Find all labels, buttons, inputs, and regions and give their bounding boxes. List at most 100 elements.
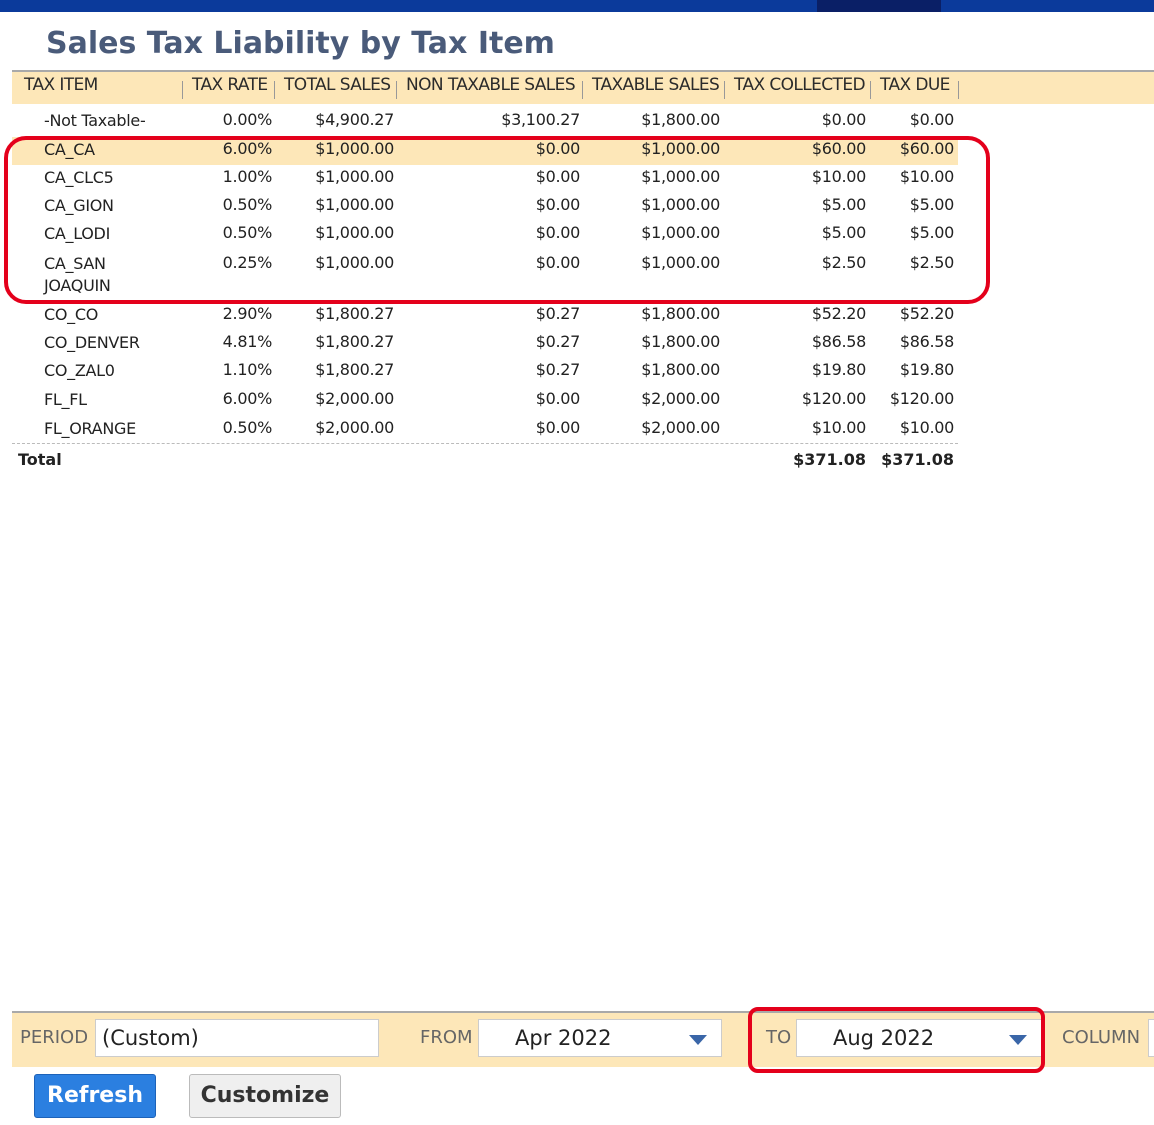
table-row[interactable]: -Not Taxable- 0.00% $4,900.27 $3,100.27 $1,8… [12,108,958,136]
cell-tax-rate: 0.25% [222,253,273,272]
cell-tax-item[interactable]: CA_CLC5 [44,167,164,189]
cell-non-taxable-sales: $0.00 [535,223,581,242]
cell-tax-due: $5.00 [909,195,955,214]
period-input[interactable]: (Custom) [95,1019,379,1057]
table-row[interactable]: CA_LODI 0.50% $1,000.00 $0.00 $1,000.00 $5.00… [12,221,958,249]
cell-tax-collected: $0.00 [821,110,867,129]
table-row[interactable]: CO_CO 2.90% $1,800.27 $0.27 $1,800.00 $52.20 $… [12,302,958,330]
chevron-down-icon[interactable] [689,1035,707,1045]
cell-tax-item[interactable]: CO_DENVER [44,332,164,354]
cell-taxable-sales: $2,000.00 [641,418,720,437]
from-select-value: Apr 2022 [515,1026,612,1050]
cell-tax-due: $60.00 [899,139,954,158]
filter-bar: PERIOD (Custom) FROM Apr 2022 TO Aug 202… [12,1011,1154,1067]
cell-non-taxable-sales: $0.27 [535,304,581,323]
cell-tax-item[interactable]: -Not Taxable- [44,110,164,132]
to-select[interactable]: Aug 2022 [796,1019,1042,1057]
cell-total-sales: $1,800.27 [315,332,394,351]
cell-tax-collected: $5.00 [821,195,867,214]
cell-tax-rate: 1.00% [222,167,273,186]
cell-tax-item[interactable]: FL_FL [44,389,164,411]
cell-tax-collected: $120.00 [801,389,866,408]
table-row[interactable]: FL_FL 6.00% $2,000.00 $0.00 $2,000.00 $120.00… [12,387,958,415]
cell-taxable-sales: $1,000.00 [641,223,720,242]
cell-tax-rate: 4.81% [222,332,273,351]
table-row[interactable]: CO_DENVER 4.81% $1,800.27 $0.27 $1,800.00 $86… [12,330,958,358]
to-select-value: Aug 2022 [833,1026,935,1050]
cell-total-sales: $1,000.00 [315,139,394,158]
col-head-tax-rate[interactable]: TAX RATE [192,75,268,95]
cell-tax-rate: 6.00% [222,139,273,158]
total-label: Total [18,450,62,469]
refresh-button[interactable]: Refresh [34,1074,156,1118]
cell-tax-due: $120.00 [889,389,954,408]
column-select[interactable] [1148,1019,1154,1057]
cell-tax-item[interactable]: CA_LODI [44,223,164,245]
cell-tax-item[interactable]: CO_ZAL0 [44,360,164,382]
cell-non-taxable-sales: $0.00 [535,389,581,408]
cell-non-taxable-sales: $0.00 [535,167,581,186]
cell-tax-collected: $86.58 [811,332,866,351]
report-header-row: TAX ITEM TAX RATE TOTAL SALES NON TAXABL… [12,70,1154,104]
cell-tax-due: $19.80 [899,360,954,379]
cell-non-taxable-sales: $0.00 [535,139,581,158]
table-row[interactable]: FL_ORANGE 0.50% $2,000.00 $0.00 $2,000.00 $10… [12,416,958,444]
cell-taxable-sales: $2,000.00 [641,389,720,408]
cell-tax-collected: $10.00 [811,418,866,437]
from-select[interactable]: Apr 2022 [478,1019,722,1057]
cell-total-sales: $2,000.00 [315,418,394,437]
to-label: TO [766,1027,792,1048]
top-nav-active-segment[interactable] [817,0,941,12]
col-head-tax-collected[interactable]: TAX COLLECTED [734,75,866,95]
cell-tax-due: $52.20 [899,304,954,323]
cell-tax-rate: 0.50% [222,418,273,437]
cell-tax-item[interactable]: CA_SAN JOAQUIN [44,253,128,297]
cell-tax-item[interactable]: CO_CO [44,304,164,326]
table-row[interactable]: CO_ZAL0 1.10% $1,800.27 $0.27 $1,800.00 $19.8… [12,358,958,386]
cell-tax-rate: 2.90% [222,304,273,323]
col-head-non-taxable-sales[interactable]: NON TAXABLE SALES [406,75,576,95]
cell-non-taxable-sales: $0.00 [535,253,581,272]
top-nav-bar [0,0,1154,12]
cell-taxable-sales: $1,000.00 [641,195,720,214]
customize-button[interactable]: Customize [189,1074,341,1118]
col-head-taxable-sales[interactable]: TAXABLE SALES [592,75,720,95]
cell-non-taxable-sales: $3,100.27 [501,110,580,129]
cell-total-sales: $1,800.27 [315,360,394,379]
total-row: Total $371.08 $371.08 [12,448,958,472]
cell-tax-due: $86.58 [899,332,954,351]
cell-tax-collected: $10.00 [811,167,866,186]
cell-tax-item[interactable]: CA_CA [44,139,164,161]
cell-tax-due: $0.00 [909,110,955,129]
cell-tax-rate: 0.50% [222,195,273,214]
col-head-tax-due[interactable]: TAX DUE [880,75,950,95]
cell-tax-collected: $60.00 [811,139,866,158]
table-row[interactable]: CA_CA 6.00% $1,000.00 $0.00 $1,000.00 $60.00 $… [12,137,958,165]
cell-tax-due: $2.50 [909,253,955,272]
cell-tax-item[interactable]: FL_ORANGE [44,418,164,440]
total-tax-due: $371.08 [881,450,954,469]
cell-taxable-sales: $1,000.00 [641,253,720,272]
cell-taxable-sales: $1,800.00 [641,304,720,323]
cell-tax-due: $10.00 [899,167,954,186]
chevron-down-icon[interactable] [1009,1035,1027,1045]
cell-total-sales: $1,000.00 [315,253,394,272]
from-label: FROM [420,1027,473,1048]
cell-tax-collected: $19.80 [811,360,866,379]
table-row[interactable]: CA_SAN JOAQUIN 0.25% $1,000.00 $0.00 $1,000.… [12,251,958,299]
cell-taxable-sales: $1,800.00 [641,332,720,351]
page-title: Sales Tax Liability by Tax Item [46,26,555,61]
table-row[interactable]: CA_GION 0.50% $1,000.00 $0.00 $1,000.00 $5.00… [12,193,958,221]
col-head-tax-item[interactable]: TAX ITEM [24,75,98,95]
cell-tax-item[interactable]: CA_GION [44,195,164,217]
total-tax-collected: $371.08 [793,450,866,469]
cell-tax-rate: 6.00% [222,389,273,408]
cell-tax-collected: $52.20 [811,304,866,323]
table-row[interactable]: CA_CLC5 1.00% $1,000.00 $0.00 $1,000.00 $10.0… [12,165,958,193]
cell-non-taxable-sales: $0.27 [535,332,581,351]
period-label: PERIOD [20,1027,89,1048]
col-head-total-sales[interactable]: TOTAL SALES [284,75,391,95]
cell-taxable-sales: $1,800.00 [641,360,720,379]
cell-total-sales: $4,900.27 [315,110,394,129]
cell-tax-due: $5.00 [909,223,955,242]
